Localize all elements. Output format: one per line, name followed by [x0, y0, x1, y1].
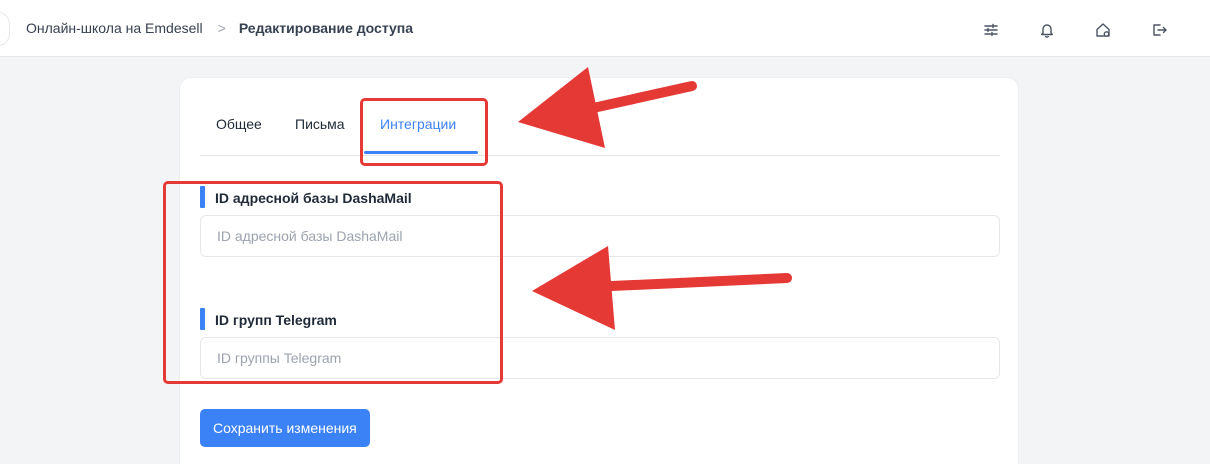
tab-integrations[interactable]: Интеграции	[380, 116, 456, 156]
tab-general[interactable]: Общее	[216, 116, 262, 156]
sidebar-toggle[interactable]	[0, 12, 10, 46]
header-actions	[982, 18, 1206, 42]
dashamail-id-input[interactable]	[200, 215, 1000, 257]
save-changes-button[interactable]: Сохранить изменения	[200, 409, 370, 447]
tab-letters[interactable]: Письма	[295, 116, 345, 156]
bell-icon[interactable]	[1038, 18, 1094, 42]
home-settings-icon[interactable]	[1094, 18, 1150, 42]
active-tab-indicator	[364, 151, 478, 154]
logout-icon[interactable]	[1150, 18, 1206, 42]
edit-access-card: Общее Письма Интеграции ID адресной базы…	[179, 77, 1019, 464]
tab-bar: Общее Письма Интеграции	[200, 116, 1000, 156]
breadcrumb: Онлайн-школа на Emdesell > Редактировани…	[26, 20, 413, 36]
sliders-icon[interactable]	[982, 18, 1038, 42]
page-title: Редактирование доступа	[238, 20, 414, 36]
telegram-label: ID групп Telegram	[200, 308, 337, 330]
telegram-group-id-input[interactable]	[200, 337, 1000, 379]
breadcrumb-parent-link[interactable]: Онлайн-школа на Emdesell	[26, 20, 203, 36]
top-bar: Онлайн-школа на Emdesell > Редактировани…	[0, 0, 1210, 57]
breadcrumb-separator: >	[217, 20, 226, 36]
dashamail-label: ID адресной базы DashaMail	[200, 186, 412, 208]
